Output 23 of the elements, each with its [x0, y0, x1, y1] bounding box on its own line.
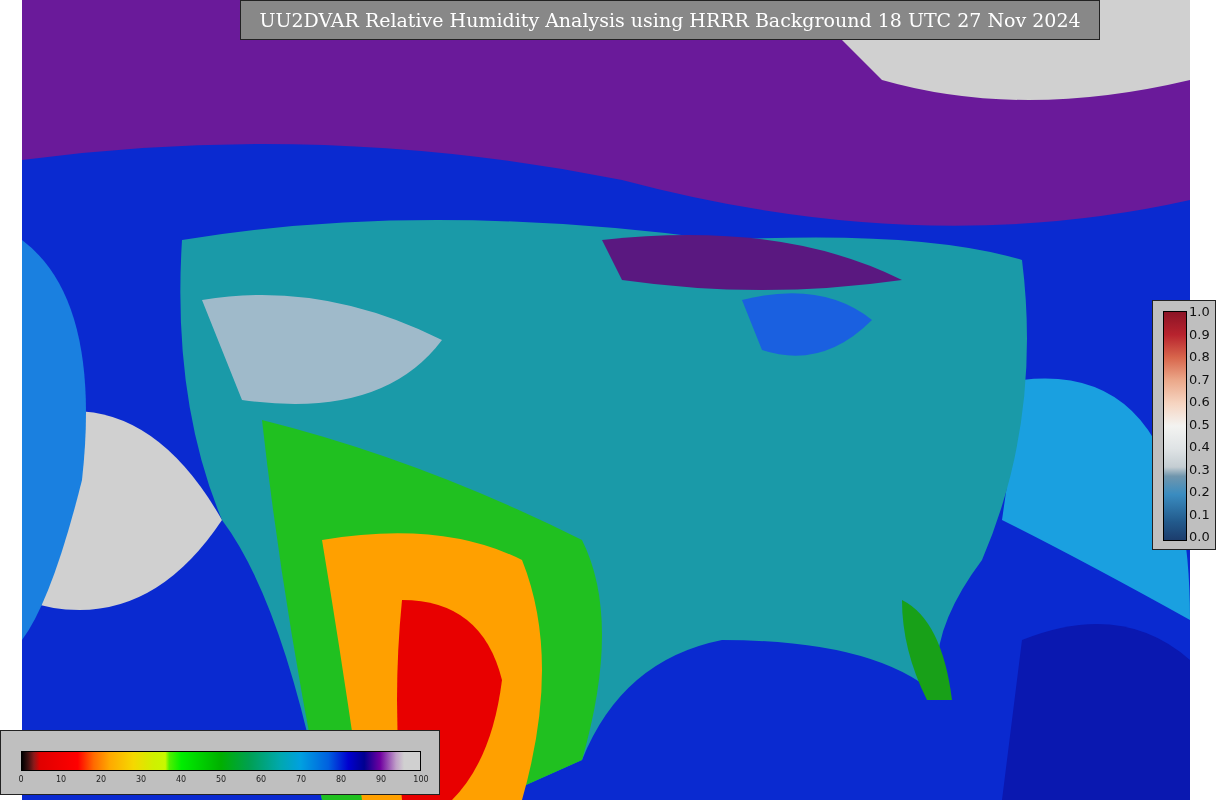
- colorbar-tick-label: 70: [295, 775, 307, 784]
- colorbar-tick-label: 50: [215, 775, 227, 784]
- colorbar-tick-label: 0.7: [1189, 372, 1210, 386]
- colorbar-tick-label: 80: [335, 775, 347, 784]
- colorbar-tick-label: 0.8: [1189, 350, 1210, 363]
- colorbar-tick-label: 0.5: [1189, 417, 1210, 431]
- colorbar-tick-label: 100: [413, 775, 429, 784]
- colorbar-tick-label: 20: [95, 775, 107, 784]
- colorbar-tick-label: 40: [175, 775, 187, 784]
- colorbar-tick-label: 0.9: [1189, 327, 1210, 341]
- colorbar-tick-label: 0.6: [1189, 395, 1210, 408]
- colorbar-tick-label: 90: [375, 775, 387, 784]
- colorbar-tick-label: 0.1: [1189, 507, 1210, 521]
- colorbar-tick-label: 0: [18, 775, 24, 784]
- colorbar-tick-label: 0.0: [1189, 530, 1210, 543]
- map-title: UU2DVAR Relative Humidity Analysis using HRRR Background 18 UTC 27 Nov 2024: [240, 0, 1100, 40]
- colorbar-tick-label: 0.2: [1189, 485, 1210, 498]
- colorbar-tick-label: 30: [135, 775, 147, 784]
- colorbar-tick-label: 0.3: [1189, 462, 1210, 476]
- colorbar-tick-label: 60: [255, 775, 267, 784]
- colorbar-tick-label: 1.0: [1189, 305, 1210, 318]
- colorbar-tick-label: 0.4: [1189, 440, 1210, 453]
- colorbar-tick-label: 10: [55, 775, 67, 784]
